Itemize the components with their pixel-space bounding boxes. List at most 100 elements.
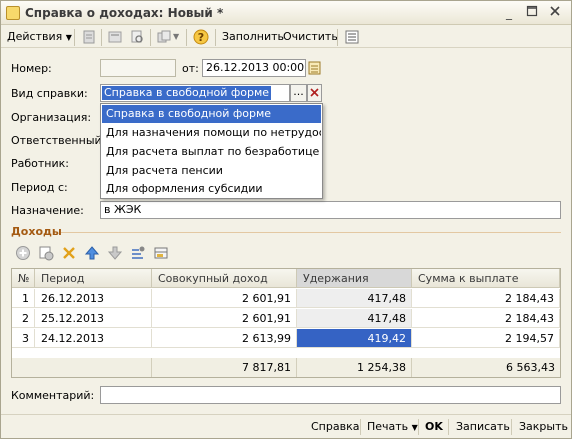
toolbar: Действия ▼ ▼ ? Заполнить Очистить bbox=[1, 26, 571, 48]
purpose-label: Назначение: bbox=[11, 204, 84, 217]
toolbar-separator bbox=[337, 29, 338, 46]
sort-icon[interactable] bbox=[130, 245, 146, 261]
table-row-3-number[interactable]: 3 bbox=[12, 329, 35, 348]
toolbar-separator bbox=[186, 29, 187, 46]
income-certificate-window: Справка о доходах: Новый * _ Действия ▼ … bbox=[0, 0, 572, 439]
toolbar-separator bbox=[215, 29, 216, 46]
table-row-2-payable[interactable]: 2 184,43 bbox=[412, 309, 560, 328]
cert-type-value: Справка в свободной форме bbox=[102, 86, 272, 100]
table-row-3-deductions[interactable]: 419,42 bbox=[297, 329, 412, 348]
save-button[interactable]: Записать bbox=[456, 419, 510, 435]
move-down-icon[interactable] bbox=[107, 245, 123, 261]
button-separator bbox=[448, 419, 449, 435]
help-icon[interactable]: ? bbox=[193, 29, 209, 45]
select-button[interactable]: ... bbox=[290, 84, 307, 102]
total-income-sum: 7 817,81 bbox=[152, 358, 297, 377]
based-on-icon[interactable] bbox=[156, 29, 172, 45]
purpose-field[interactable]: в ЖЭК bbox=[100, 201, 561, 219]
dropdown-option[interactable]: Для оформления субсидии bbox=[102, 180, 321, 198]
delete-row-icon[interactable] bbox=[61, 245, 77, 261]
structure-icon[interactable] bbox=[107, 29, 123, 45]
post-document-icon[interactable] bbox=[81, 29, 97, 45]
total-payable-sum: 6 563,43 bbox=[412, 358, 560, 377]
add-row-icon[interactable] bbox=[15, 245, 31, 261]
move-up-icon[interactable] bbox=[84, 245, 100, 261]
document-icon bbox=[6, 6, 20, 20]
total-deductions-sum: 1 254,38 bbox=[297, 358, 412, 377]
responsible-label: Ответственный: bbox=[11, 134, 106, 147]
close-button[interactable]: Закрыть bbox=[519, 419, 568, 435]
table-row-1-total[interactable]: 2 601,91 bbox=[152, 289, 297, 308]
ok-button[interactable]: OK bbox=[425, 419, 443, 435]
column-header-number[interactable]: № bbox=[12, 269, 35, 288]
copy-row-icon[interactable] bbox=[38, 245, 54, 261]
maximize-icon bbox=[526, 5, 538, 17]
table-row-1-deductions[interactable]: 417,48 bbox=[297, 289, 412, 308]
organization-label: Организация: bbox=[11, 111, 92, 124]
table-row-2-deductions[interactable]: 417,48 bbox=[297, 309, 412, 328]
column-header-total-income[interactable]: Совокупный доход bbox=[152, 269, 297, 288]
actions-label: Действия bbox=[7, 30, 63, 43]
totals-row-label bbox=[12, 358, 152, 377]
button-separator bbox=[511, 419, 512, 435]
table-row-2-number[interactable]: 2 bbox=[12, 309, 35, 328]
bottom-button-bar: Справка Печать ▼ OK Записать Закрыть bbox=[1, 414, 571, 438]
close-icon bbox=[310, 88, 319, 97]
employee-label: Работник: bbox=[11, 157, 69, 170]
fill-table-icon[interactable] bbox=[153, 245, 169, 261]
table-row-2-total[interactable]: 2 601,91 bbox=[152, 309, 297, 328]
table-row-2-period[interactable]: 25.12.2013 bbox=[35, 309, 152, 328]
date-field[interactable]: 26.12.2013 00:00:00 bbox=[202, 59, 306, 77]
toolbar-separator bbox=[150, 29, 151, 46]
dropdown-arrow-icon[interactable]: ▼ bbox=[173, 29, 179, 45]
table-row-3-period[interactable]: 24.12.2013 bbox=[35, 329, 152, 348]
clear-field-button[interactable] bbox=[307, 84, 322, 102]
fill-button[interactable]: Заполнить bbox=[222, 29, 284, 45]
table-row-1-period[interactable]: 26.12.2013 bbox=[35, 289, 152, 308]
table-row-3-total[interactable]: 2 613,99 bbox=[152, 329, 297, 348]
table-row-1-number[interactable]: 1 bbox=[12, 289, 35, 308]
calendar-icon[interactable] bbox=[308, 60, 322, 76]
print-label: Печать bbox=[367, 420, 409, 433]
maximize-button[interactable] bbox=[524, 5, 540, 21]
close-icon bbox=[550, 6, 560, 16]
number-field[interactable] bbox=[100, 59, 176, 77]
section-divider bbox=[61, 232, 561, 233]
period-from-label: Период с: bbox=[11, 181, 68, 194]
number-label: Номер: bbox=[11, 62, 52, 75]
minimize-button[interactable]: _ bbox=[501, 5, 517, 21]
close-window-button[interactable] bbox=[547, 5, 563, 21]
svg-text:?: ? bbox=[198, 31, 204, 44]
comment-label: Комментарий: bbox=[11, 389, 95, 402]
table-row-1-payable[interactable]: 2 184,43 bbox=[412, 289, 560, 308]
table-row-3-payable[interactable]: 2 194,57 bbox=[412, 329, 560, 348]
dropdown-option[interactable]: Для назначения помощи по нетрудоспо... bbox=[102, 124, 321, 142]
dropdown-arrow-icon: ▼ bbox=[65, 33, 72, 42]
print-menu-button[interactable]: Печать ▼ bbox=[367, 419, 418, 435]
column-header-amount-payable[interactable]: Сумма к выплате bbox=[412, 269, 560, 288]
income-table: № Период Совокупный доход Удержания Сумм… bbox=[11, 268, 561, 378]
income-section-title: Доходы bbox=[11, 225, 62, 238]
button-separator bbox=[360, 419, 361, 435]
column-header-deductions[interactable]: Удержания bbox=[297, 269, 412, 288]
list-settings-icon[interactable] bbox=[344, 29, 360, 45]
window-title: Справка о доходах: Новый * bbox=[25, 6, 224, 20]
comment-field[interactable] bbox=[100, 386, 561, 404]
cert-type-label: Вид справки: bbox=[11, 87, 88, 100]
dropdown-option[interactable]: Для расчета выплат по безработице bbox=[102, 143, 321, 161]
print-preview-icon[interactable] bbox=[129, 29, 145, 45]
date-label: от: bbox=[182, 62, 199, 75]
button-separator bbox=[418, 419, 419, 435]
title-bar: Справка о доходах: Новый * _ bbox=[1, 1, 571, 25]
actions-menu[interactable]: Действия ▼ bbox=[7, 29, 72, 45]
toolbar-separator bbox=[101, 29, 102, 46]
cert-type-dropdown: Справка в свободной форме Для назначения… bbox=[100, 103, 323, 199]
cert-type-field[interactable]: Справка в свободной форме bbox=[100, 84, 290, 102]
dropdown-option[interactable]: Для расчета пенсии bbox=[102, 162, 321, 180]
toolbar-separator bbox=[74, 29, 75, 46]
clear-button[interactable]: Очистить bbox=[283, 29, 338, 45]
dropdown-option[interactable]: Справка в свободной форме bbox=[102, 105, 321, 123]
report-button[interactable]: Справка bbox=[311, 419, 359, 435]
dropdown-arrow-icon: ▼ bbox=[411, 423, 418, 432]
column-header-period[interactable]: Период bbox=[35, 269, 152, 288]
